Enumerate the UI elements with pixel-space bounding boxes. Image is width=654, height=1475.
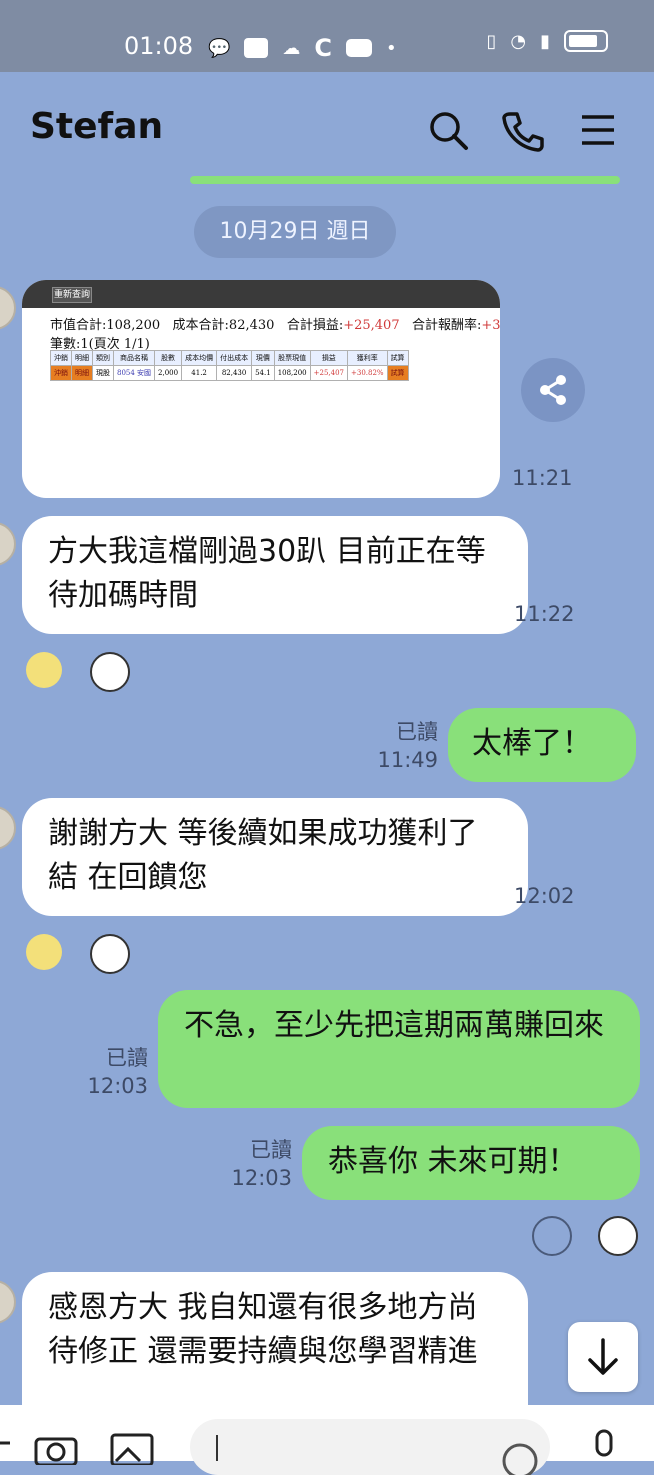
wifi-icon: ◔ — [510, 30, 527, 52]
summary-part: +25,407 — [343, 318, 400, 333]
summary-part: +30.82% — [481, 318, 500, 333]
menu-icon[interactable] — [576, 108, 620, 152]
avatar[interactable] — [0, 522, 16, 566]
battery-icon — [564, 30, 608, 52]
message-time: 12:03 — [231, 1166, 292, 1190]
image-icon[interactable] — [110, 1431, 154, 1465]
share-icon — [540, 375, 566, 405]
summary-part: 市值合計:108,200 — [50, 318, 161, 333]
sticker-reaction-icon[interactable] — [598, 1216, 638, 1256]
table-header-cell: 付出成本 — [216, 350, 253, 366]
table-cell: 108,200 — [273, 365, 311, 381]
status-notification-icons: 💬 ☁ C • — [208, 34, 397, 62]
phone-icon[interactable] — [500, 108, 544, 152]
date-separator: 10月29日 週日 — [194, 206, 396, 258]
more-icon[interactable] — [0, 1433, 14, 1453]
search-icon[interactable] — [426, 108, 470, 152]
table-cell: 8054 安國 — [112, 365, 156, 381]
sticker-reaction-icon[interactable] — [90, 652, 130, 692]
table-header-cell: 現價 — [251, 350, 275, 366]
table-header-cell: 商品名稱 — [112, 350, 156, 366]
read-receipt: 已讀 12:03 — [78, 1044, 148, 1100]
summary-part: 合計損益: — [286, 318, 344, 333]
message-bubble[interactable]: 謝謝方大 等後續如果成功獲利了結 在回饋您 — [22, 798, 528, 916]
image-message[interactable]: 重新查詢 市值合計:108,200 成本合計:82,430 合計損益:+25,4… — [22, 280, 500, 498]
chat-notification-icon: 💬 — [208, 37, 231, 59]
arrow-down-icon — [588, 1338, 618, 1375]
table-header-cell: 沖銷 — [50, 350, 72, 366]
input-bar — [0, 1405, 654, 1475]
youtube-notification-icon — [346, 39, 373, 57]
table-cell: 明細 — [71, 365, 93, 381]
message-time: 11:49 — [377, 748, 438, 772]
message-time: 11:21 — [512, 466, 573, 490]
avatar[interactable] — [0, 1280, 16, 1324]
smile-reaction-icon[interactable] — [26, 934, 62, 970]
smile-reaction-icon[interactable] — [532, 1216, 572, 1256]
read-label: 已讀 — [106, 1046, 148, 1070]
read-label: 已讀 — [250, 1138, 292, 1162]
avatar[interactable] — [0, 806, 16, 850]
table-cell: 54.1 — [251, 365, 275, 381]
mic-icon[interactable] — [588, 1429, 620, 1465]
emoji-icon[interactable] — [500, 1441, 540, 1475]
sticker-reaction-icon[interactable] — [90, 934, 130, 974]
message-bubble[interactable]: 方大我這檔剛過30趴 目前正在等待加碼時間 — [22, 516, 528, 634]
summary-part: 合計報酬率: — [412, 318, 482, 333]
table-cell: 現股 — [92, 365, 114, 381]
table-cell: 2,000 — [154, 365, 183, 381]
requery-button: 重新查詢 — [52, 287, 92, 303]
table-cell: 82,430 — [216, 365, 253, 381]
scroll-down-button[interactable] — [568, 1322, 638, 1392]
portfolio-summary: 市值合計:108,200 成本合計:82,430 合計損益:+25,407 合計… — [50, 314, 500, 333]
table-header-cell: 試算 — [386, 350, 409, 366]
share-button[interactable] — [521, 358, 585, 422]
message-bubble[interactable]: 太棒了！ — [448, 708, 636, 782]
table-cell: 41.2 — [181, 365, 218, 381]
status-time: 01:08 — [124, 32, 194, 60]
table-header-cell: 明細 — [71, 350, 93, 366]
image-toolbar: 重新查詢 — [22, 280, 500, 308]
message-time: 12:03 — [87, 1074, 148, 1098]
table-cell: +30.82% — [347, 365, 388, 381]
chat-title: Stefan — [30, 106, 164, 147]
message-time: 12:02 — [514, 884, 575, 908]
holdings-table: 沖銷 明細 類別 商品名稱 股數 成本均價 付出成本 現價 股票現值 損益 獲利… — [50, 350, 409, 381]
table-header-cell: 類別 — [92, 350, 114, 366]
read-receipt: 已讀 12:03 — [222, 1136, 292, 1192]
summary-part: 成本合計:82,430 — [172, 318, 275, 333]
table-cell: +25,407 — [309, 365, 349, 381]
table-header-cell: 成本均價 — [181, 350, 218, 366]
message-input[interactable] — [190, 1419, 550, 1475]
vibrate-icon: ▯ — [486, 30, 497, 52]
previous-message-edge — [190, 176, 620, 184]
status-bar: 01:08 💬 ☁ C • ▯ ◔ ▮ — [0, 0, 654, 72]
message-bubble[interactable]: 不急，至少先把這期兩萬賺回來 — [158, 990, 640, 1108]
table-cell: 沖銷 — [50, 365, 72, 381]
table-header-cell: 損益 — [309, 350, 349, 366]
message-bubble[interactable]: 恭喜你 未來可期！ — [302, 1126, 640, 1200]
chat-header: Stefan — [0, 72, 654, 186]
table-header-cell: 股票現值 — [273, 350, 311, 366]
signal-icon: ▮ — [540, 30, 550, 52]
read-label: 已讀 — [396, 720, 438, 744]
status-system-icons: ▯ ◔ ▮ — [486, 30, 608, 52]
message-time: 11:22 — [514, 602, 575, 626]
text-cursor — [216, 1435, 218, 1461]
camera-icon[interactable] — [34, 1431, 78, 1465]
table-cell: 試算 — [386, 365, 409, 381]
table-header-cell: 獲利率 — [347, 350, 388, 366]
dot-icon: • — [386, 37, 397, 59]
avatar[interactable] — [0, 286, 16, 330]
table-header-cell: 股數 — [154, 350, 183, 366]
read-receipt: 已讀 11:49 — [370, 718, 438, 774]
play-notification-icon — [244, 38, 269, 58]
smile-reaction-icon[interactable] — [26, 652, 62, 688]
c-app-icon: C — [314, 34, 333, 62]
game-notification-icon: ☁ — [282, 37, 301, 59]
